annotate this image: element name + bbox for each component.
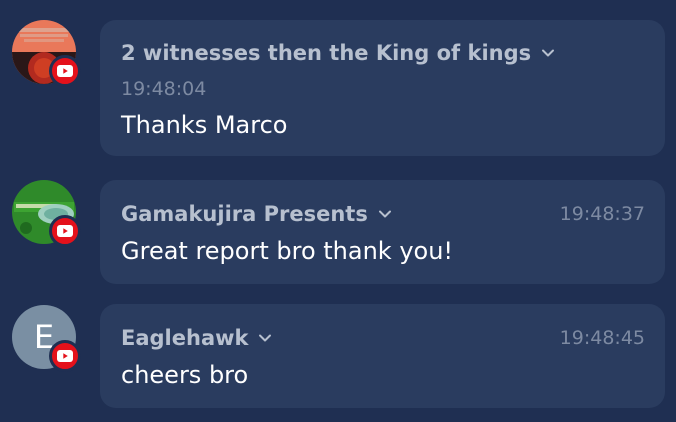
- timestamp: 19:48:45: [559, 327, 645, 349]
- chat-message: 2 witnesses then the King of kings 19:48…: [0, 0, 676, 170]
- message-text: cheers bro: [121, 361, 249, 389]
- author-group[interactable]: 2 witnesses then the King of kings: [121, 41, 555, 65]
- timestamp: 19:48:37: [559, 203, 645, 225]
- avatar-wrap: [12, 20, 81, 87]
- chevron-down-icon[interactable]: [541, 46, 555, 60]
- message-bubble: Eaglehawk 19:48:45 cheers bro: [100, 304, 665, 408]
- message-bubble: 2 witnesses then the King of kings 19:48…: [100, 20, 665, 156]
- author-name[interactable]: Gamakujira Presents: [121, 202, 368, 226]
- message-text: Thanks Marco: [121, 111, 288, 139]
- youtube-icon: [57, 225, 73, 237]
- chevron-down-icon[interactable]: [378, 207, 392, 221]
- chat-message: Gamakujira Presents 19:48:37 Great repor…: [0, 170, 676, 290]
- youtube-icon: [57, 350, 73, 362]
- author-group[interactable]: Eaglehawk: [121, 326, 272, 350]
- chevron-down-icon[interactable]: [258, 331, 272, 345]
- chat-message: E Eaglehawk 19:48:45 cheers bro: [0, 290, 676, 422]
- chat-feed: 2 witnesses then the King of kings 19:48…: [0, 0, 676, 422]
- message-bubble: Gamakujira Presents 19:48:37 Great repor…: [100, 180, 665, 284]
- avatar-wrap: [12, 180, 81, 247]
- author-group[interactable]: Gamakujira Presents: [121, 202, 392, 226]
- youtube-icon: [57, 65, 73, 77]
- youtube-badge: [49, 340, 81, 372]
- author-name[interactable]: Eaglehawk: [121, 326, 248, 350]
- message-text: Great report bro thank you!: [121, 237, 454, 265]
- youtube-badge: [49, 55, 81, 87]
- timestamp: 19:48:04: [121, 78, 207, 100]
- youtube-badge: [49, 215, 81, 247]
- author-row: Eaglehawk 19:48:45: [121, 322, 645, 354]
- author-name[interactable]: 2 witnesses then the King of kings: [121, 41, 531, 65]
- avatar-wrap: E: [12, 305, 81, 372]
- author-row: Gamakujira Presents 19:48:37: [121, 198, 645, 230]
- author-row: 2 witnesses then the King of kings: [121, 37, 645, 69]
